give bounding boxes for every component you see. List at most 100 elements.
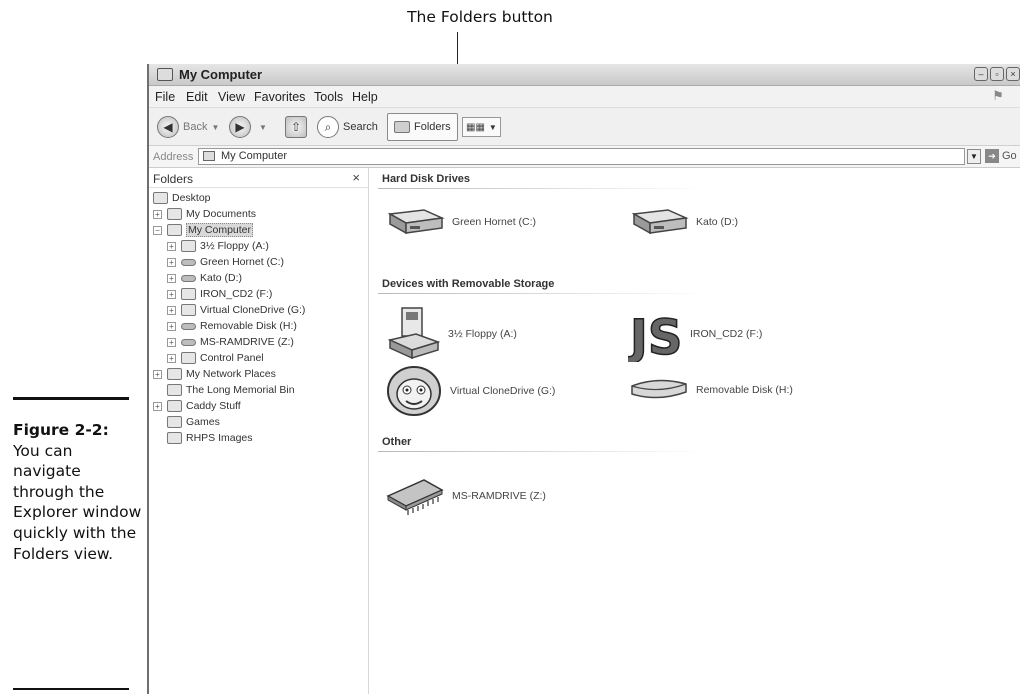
go-arrow-icon: ➔	[985, 149, 999, 163]
tree-item-kato[interactable]: + Kato (D:)	[167, 270, 242, 286]
title-bar[interactable]: My Computer – ▫ ×	[149, 64, 1020, 86]
tree-item-label: 3½ Floppy (A:)	[200, 240, 269, 252]
address-label: Address	[153, 151, 194, 163]
tree-item-floppy[interactable]: + 3½ Floppy (A:)	[167, 238, 269, 254]
collapse-icon[interactable]: −	[153, 225, 162, 235]
expand-icon[interactable]: +	[167, 241, 176, 251]
address-dropdown-button[interactable]: ▼	[967, 149, 981, 164]
group-divider	[378, 451, 708, 452]
window-controls: – ▫ ×	[974, 67, 1020, 81]
window-title: My Computer	[179, 67, 263, 82]
address-value: My Computer	[221, 150, 288, 162]
tree-item-caddy-stuff[interactable]: + Caddy Stuff	[153, 398, 241, 414]
chevron-down-icon: ▼	[211, 122, 220, 132]
floppy-drive-icon	[387, 307, 441, 360]
floppy-icon	[181, 240, 196, 252]
expand-icon[interactable]: +	[167, 321, 176, 331]
views-button[interactable]: ▦▦ ▼	[462, 117, 501, 137]
hard-drive-icon	[387, 209, 445, 235]
folder-icon	[167, 432, 182, 444]
chevron-down-icon: ▼	[488, 122, 497, 132]
figure-caption: Figure 2-2: You can navigate through the…	[13, 420, 143, 564]
tree-item-label: Kato (D:)	[200, 272, 243, 284]
toolbar: ◀ Back ▼ ▶ ▼ ⇧ ⌕ Search Folders ▦▦ ▼	[149, 108, 1020, 146]
tree-item-rhps-images[interactable]: RHPS Images	[167, 430, 253, 446]
address-bar: Address My Computer ▼ ➔ Go	[149, 146, 1020, 168]
forward-arrow-icon: ▶	[229, 116, 251, 138]
expand-icon[interactable]: +	[167, 305, 176, 315]
back-button[interactable]: ◀ Back ▼	[157, 115, 219, 139]
close-icon[interactable]: ×	[352, 170, 360, 185]
folders-pane: Folders × Desktop + My Documents − My Co…	[149, 168, 369, 694]
go-button[interactable]: ➔ Go	[985, 149, 1017, 163]
tree-item-label: Games	[186, 416, 220, 428]
up-button[interactable]: ⇧	[285, 115, 311, 139]
caption-rule-top	[13, 397, 129, 400]
network-icon	[167, 368, 182, 380]
item-ms-ramdrive[interactable]: MS-RAMDRIVE (Z:)	[382, 474, 546, 518]
tree-item-virtual-clonedrive[interactable]: + Virtual CloneDrive (G:)	[167, 302, 305, 318]
forward-button[interactable]: ▶ ▼	[229, 115, 267, 139]
minimize-button[interactable]: –	[974, 67, 988, 81]
tree-item-ms-ramdrive[interactable]: + MS-RAMDRIVE (Z:)	[167, 334, 294, 350]
tree-item-memorial-bin[interactable]: The Long Memorial Bin	[167, 382, 295, 398]
expand-icon[interactable]: +	[153, 369, 162, 379]
maximize-button[interactable]: ▫	[990, 67, 1004, 81]
tree-item-my-network-places[interactable]: + My Network Places	[153, 366, 276, 382]
item-kato[interactable]: Kato (D:)	[628, 206, 738, 238]
expand-icon[interactable]: +	[167, 289, 176, 299]
close-button[interactable]: ×	[1006, 67, 1020, 81]
tree-item-label: The Long Memorial Bin	[186, 384, 295, 396]
address-input[interactable]: My Computer	[198, 148, 965, 165]
windows-logo-icon: ⚑	[992, 88, 1004, 103]
menu-bar: File Edit View Favorites Tools Help ⚑	[149, 86, 1020, 108]
menu-file[interactable]: File	[155, 90, 175, 104]
expand-icon[interactable]: +	[153, 209, 162, 219]
tree-item-label: Removable Disk (H:)	[200, 320, 297, 332]
expand-icon[interactable]: +	[167, 257, 176, 267]
tree-item-label: Control Panel	[200, 352, 264, 364]
ram-drive-icon	[181, 338, 196, 346]
tree-item-green-hornet[interactable]: + Green Hornet (C:)	[167, 254, 284, 270]
expand-icon[interactable]: +	[167, 353, 176, 363]
tree-item-label: Desktop	[172, 192, 211, 204]
item-virtual-clonedrive[interactable]: Virtual CloneDrive (G:)	[384, 364, 555, 418]
caption-rule-bottom	[13, 688, 129, 690]
tree-item-label: My Network Places	[186, 368, 276, 380]
tree-item-label: MS-RAMDRIVE (Z:)	[200, 336, 294, 348]
menu-edit[interactable]: Edit	[186, 90, 208, 104]
back-label: Back	[183, 121, 208, 133]
item-iron-cd2[interactable]: JS IRON_CD2 (F:)	[628, 306, 762, 362]
cd-drive-icon: JS	[628, 309, 683, 362]
tree-item-iron-cd2[interactable]: + IRON_CD2 (F:)	[167, 286, 272, 302]
item-floppy[interactable]: 3½ Floppy (A:)	[386, 306, 517, 362]
tree-item-games[interactable]: Games	[167, 414, 220, 430]
removable-disk-icon	[181, 322, 196, 330]
hard-drive-icon	[631, 209, 689, 235]
item-removable-disk[interactable]: Removable Disk (H:)	[628, 374, 793, 406]
folders-label: Folders	[414, 121, 451, 133]
tree-item-control-panel[interactable]: + Control Panel	[167, 350, 264, 366]
menu-view[interactable]: View	[218, 90, 245, 104]
tree-item-desktop[interactable]: Desktop	[153, 190, 211, 206]
search-button[interactable]: ⌕ Search	[317, 115, 378, 139]
item-label: 3½ Floppy (A:)	[448, 328, 517, 340]
menu-favorites[interactable]: Favorites	[254, 90, 305, 104]
expand-icon[interactable]: +	[167, 273, 176, 283]
tree-item-my-computer[interactable]: − My Computer	[153, 222, 254, 238]
item-label: Virtual CloneDrive (G:)	[450, 385, 556, 397]
folders-button[interactable]: Folders	[387, 113, 458, 141]
tree-item-removable-disk[interactable]: + Removable Disk (H:)	[167, 318, 297, 334]
expand-icon[interactable]: +	[153, 401, 162, 411]
menu-help[interactable]: Help	[352, 90, 378, 104]
expand-icon[interactable]: +	[167, 337, 176, 347]
menu-tools[interactable]: Tools	[314, 90, 343, 104]
tree-item-my-documents[interactable]: + My Documents	[153, 206, 256, 222]
group-divider	[378, 188, 708, 189]
tree-item-label: Caddy Stuff	[186, 400, 241, 412]
ram-chip-icon	[386, 479, 444, 515]
item-green-hornet[interactable]: Green Hornet (C:)	[384, 206, 536, 238]
go-label: Go	[1002, 150, 1017, 162]
tree-item-label: IRON_CD2 (F:)	[200, 288, 273, 300]
folders-pane-header: Folders ×	[149, 168, 368, 188]
